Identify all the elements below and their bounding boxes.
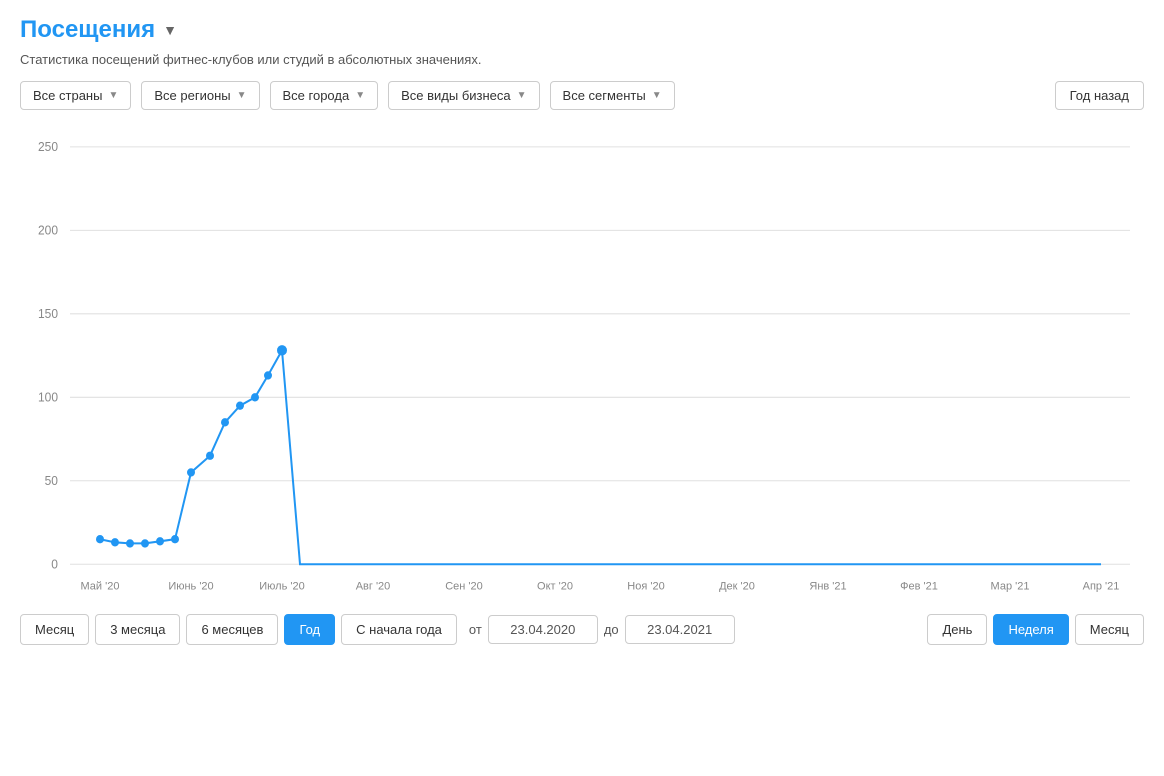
svg-text:Июль '20: Июль '20 — [259, 580, 304, 592]
svg-text:Фев '21: Фев '21 — [900, 580, 938, 592]
chart-svg: 0 50 100 150 200 250 Май '20 Июнь '20 Ию… — [20, 126, 1144, 606]
filters-row: Все страны ▼ Все регионы ▼ Все города ▼ … — [20, 81, 1144, 110]
gran-month-button[interactable]: Месяц — [1075, 614, 1144, 645]
svg-text:Ноя '20: Ноя '20 — [627, 580, 664, 592]
svg-text:Июнь '20: Июнь '20 — [168, 580, 213, 592]
svg-text:150: 150 — [38, 307, 58, 321]
svg-text:Авг '20: Авг '20 — [356, 580, 391, 592]
to-date-input[interactable] — [625, 615, 735, 644]
from-label: от — [469, 622, 482, 637]
filter-cities-arrow: ▼ — [355, 90, 365, 101]
from-date-input[interactable] — [488, 615, 598, 644]
period-6months-button[interactable]: 6 месяцев — [186, 614, 278, 645]
chart-area: 0 50 100 150 200 250 Май '20 Июнь '20 Ию… — [20, 126, 1144, 606]
svg-text:Мар '21: Мар '21 — [991, 580, 1030, 592]
filter-segments-arrow: ▼ — [652, 90, 662, 101]
svg-text:Окт '20: Окт '20 — [537, 580, 573, 592]
svg-text:200: 200 — [38, 223, 58, 237]
filter-regions[interactable]: Все регионы ▼ — [141, 81, 259, 110]
year-back-button[interactable]: Год назад — [1055, 81, 1144, 110]
filter-countries[interactable]: Все страны ▼ — [20, 81, 131, 110]
period-3months-button[interactable]: 3 месяца — [95, 614, 180, 645]
filter-business[interactable]: Все виды бизнеса ▼ — [388, 81, 539, 110]
svg-text:100: 100 — [38, 390, 58, 404]
title-dropdown-icon[interactable]: ▼ — [163, 22, 177, 38]
svg-text:50: 50 — [45, 474, 59, 488]
svg-text:Апр '21: Апр '21 — [1083, 580, 1120, 592]
page-container: Посещения ▼ Статистика посещений фитнес-… — [0, 0, 1164, 776]
header-row: Посещения ▼ — [20, 16, 1144, 44]
granularity-buttons: День Неделя Месяц — [927, 614, 1144, 645]
svg-text:Май '20: Май '20 — [81, 580, 120, 592]
svg-text:Сен '20: Сен '20 — [445, 580, 483, 592]
subtitle: Статистика посещений фитнес-клубов или с… — [20, 52, 1144, 67]
filter-regions-arrow: ▼ — [237, 90, 247, 101]
date-range: от до — [469, 615, 735, 644]
filter-countries-arrow: ▼ — [108, 90, 118, 101]
filter-segments[interactable]: Все сегменты ▼ — [550, 81, 675, 110]
svg-text:250: 250 — [38, 140, 58, 154]
period-ytd-button[interactable]: С начала года — [341, 614, 457, 645]
period-month-button[interactable]: Месяц — [20, 614, 89, 645]
to-label: до — [604, 622, 619, 637]
bottom-controls: Месяц 3 месяца 6 месяцев Год С начала го… — [20, 614, 1144, 645]
filter-cities[interactable]: Все города ▼ — [270, 81, 379, 110]
filter-business-arrow: ▼ — [517, 90, 527, 101]
svg-text:0: 0 — [51, 557, 58, 571]
svg-text:Янв '21: Янв '21 — [809, 580, 846, 592]
svg-text:Дек '20: Дек '20 — [719, 580, 755, 592]
gran-week-button[interactable]: Неделя — [993, 614, 1068, 645]
period-year-button[interactable]: Год — [284, 614, 335, 645]
gran-day-button[interactable]: День — [927, 614, 987, 645]
page-title: Посещения — [20, 16, 155, 44]
